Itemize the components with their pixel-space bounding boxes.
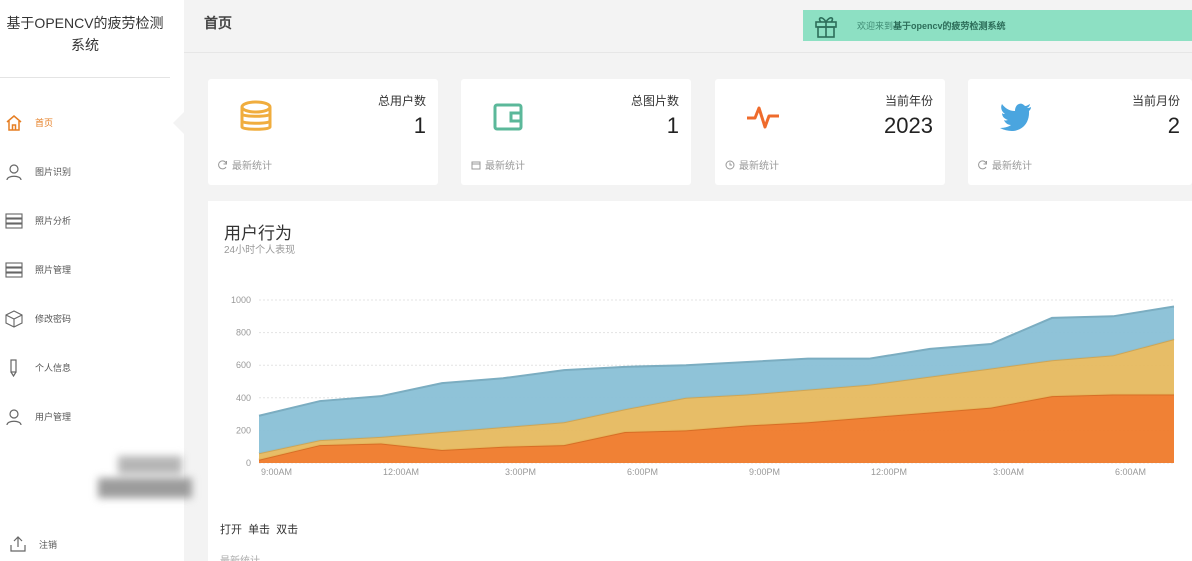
- sidebar-item-label: 用户管理: [35, 412, 72, 422]
- sidebar-nav: 首页 图片识别 照片分析 照片管理 修改密码 个人信息 用户管理: [0, 98, 184, 441]
- sidebar-item-home[interactable]: 首页: [0, 98, 184, 147]
- card-value: 2023: [884, 113, 933, 138]
- sidebar-item-label: 个人信息: [35, 363, 72, 373]
- box-icon: [4, 309, 24, 329]
- pen-icon: [4, 358, 24, 378]
- y-tick-label: 800: [236, 328, 251, 338]
- sidebar-item-user-management[interactable]: 用户管理: [0, 392, 184, 441]
- database-icon: [236, 97, 276, 137]
- y-tick-label: 200: [236, 425, 251, 435]
- user-behavior-chart: 0 200 400 600 800 1000 9:00AM 12:00AM 3:00PM 6:00…: [231, 295, 1175, 477]
- card-footer: 最新统计: [978, 157, 1032, 172]
- calendar-icon: [471, 160, 482, 170]
- action-open[interactable]: 打开: [220, 524, 242, 536]
- welcome-system-name: 基于opencv的疲劳检测系统: [893, 21, 1006, 31]
- sidebar-item-image-recognition[interactable]: 图片识别: [0, 147, 184, 196]
- logout-button[interactable]: 注销: [4, 531, 57, 557]
- stat-card-total-users: 总用户数 1 最新统计: [208, 79, 438, 185]
- sidebar-item-label: 修改密码: [35, 314, 72, 324]
- card-title: 当前年份: [884, 94, 933, 108]
- action-double-click[interactable]: 双击: [276, 524, 298, 536]
- sidebar-item-label: 图片识别: [35, 167, 72, 177]
- sidebar-item-label: 照片分析: [35, 216, 72, 226]
- logout-label: 注销: [39, 539, 58, 550]
- sidebar-item-photo-analysis[interactable]: 照片分析: [0, 196, 184, 245]
- card-title: 总用户数: [377, 94, 426, 108]
- card-value: 2: [1167, 113, 1180, 138]
- user-icon: [4, 162, 24, 182]
- sidebar-item-photo-management[interactable]: 照片管理: [0, 245, 184, 294]
- gift-icon: [813, 14, 843, 38]
- app-title: 基于OPENCV的疲劳检测 系统: [0, 0, 170, 78]
- welcome-text: 欢迎来到基于opencv的疲劳检测系统: [857, 21, 1006, 31]
- card-title: 总图片数: [630, 94, 679, 108]
- server-icon: [4, 211, 24, 231]
- x-tick-label: 12:00AM: [383, 467, 419, 477]
- x-tick-label: 6:00AM: [1115, 467, 1146, 477]
- y-tick-label: 0: [246, 458, 251, 468]
- stat-card-current-year: 当前年份 2023 最新统计: [715, 79, 945, 185]
- x-tick-label: 6:00PM: [627, 467, 658, 477]
- app-title-line2: 系统: [71, 37, 99, 53]
- action-single-click[interactable]: 单击: [248, 524, 270, 536]
- y-tick-label: 400: [236, 393, 251, 403]
- sidebar-item-label: 照片管理: [35, 265, 72, 275]
- y-tick-label: 1000: [231, 295, 251, 305]
- pulse-icon: [743, 97, 783, 137]
- card-footer: 最新统计: [218, 157, 272, 172]
- stat-card-current-month: 当前月份 2 最新统计: [968, 79, 1192, 185]
- sidebar-item-change-password[interactable]: 修改密码: [0, 294, 184, 343]
- top-header: 首页 欢迎来到基于opencv的疲劳检测系统: [184, 0, 1192, 53]
- home-icon: [4, 113, 24, 133]
- x-tick-label: 3:00AM: [993, 467, 1024, 477]
- upload-icon: [8, 534, 28, 554]
- blurred-watermark: [98, 456, 194, 500]
- y-tick-label: 600: [236, 360, 251, 370]
- clock-icon: [725, 160, 736, 170]
- wallet-icon: [489, 97, 529, 137]
- refresh-icon: [978, 159, 989, 170]
- sidebar-item-personal-info[interactable]: 个人信息: [0, 343, 184, 392]
- x-tick-label: 9:00AM: [261, 467, 292, 477]
- welcome-banner: 欢迎来到基于opencv的疲劳检测系统: [803, 10, 1192, 41]
- stat-card-total-images: 总图片数 1 最新统计: [461, 79, 691, 185]
- user-icon: [4, 407, 24, 427]
- chart-actions: 打开 单击 双击: [220, 521, 301, 537]
- x-tick-label: 3:00PM: [505, 467, 536, 477]
- card-title: 当前月份: [1131, 94, 1180, 108]
- refresh-icon: [218, 159, 229, 170]
- user-behavior-panel: 用户行为 24小时个人表现 0 200 400 600 800 1000 9:00AM 12:…: [208, 201, 1192, 561]
- panel-footer: 最新统计: [220, 552, 260, 561]
- card-value: 1: [666, 113, 679, 138]
- card-value: 1: [413, 113, 426, 138]
- server-icon: [4, 260, 24, 280]
- sidebar-item-label: 首页: [35, 118, 54, 128]
- page-title: 首页: [204, 15, 232, 31]
- x-tick-label: 9:00PM: [749, 467, 780, 477]
- card-footer: 最新统计: [725, 157, 779, 172]
- sidebar: 基于OPENCV的疲劳检测 系统 首页 图片识别 照片分析 照片管理 修改密码 …: [0, 0, 192, 561]
- x-tick-label: 12:00PM: [871, 467, 907, 477]
- twitter-icon: [996, 97, 1036, 137]
- app-title-line1: 基于OPENCV的疲劳检测: [6, 15, 164, 31]
- card-footer: 最新统计: [471, 157, 525, 172]
